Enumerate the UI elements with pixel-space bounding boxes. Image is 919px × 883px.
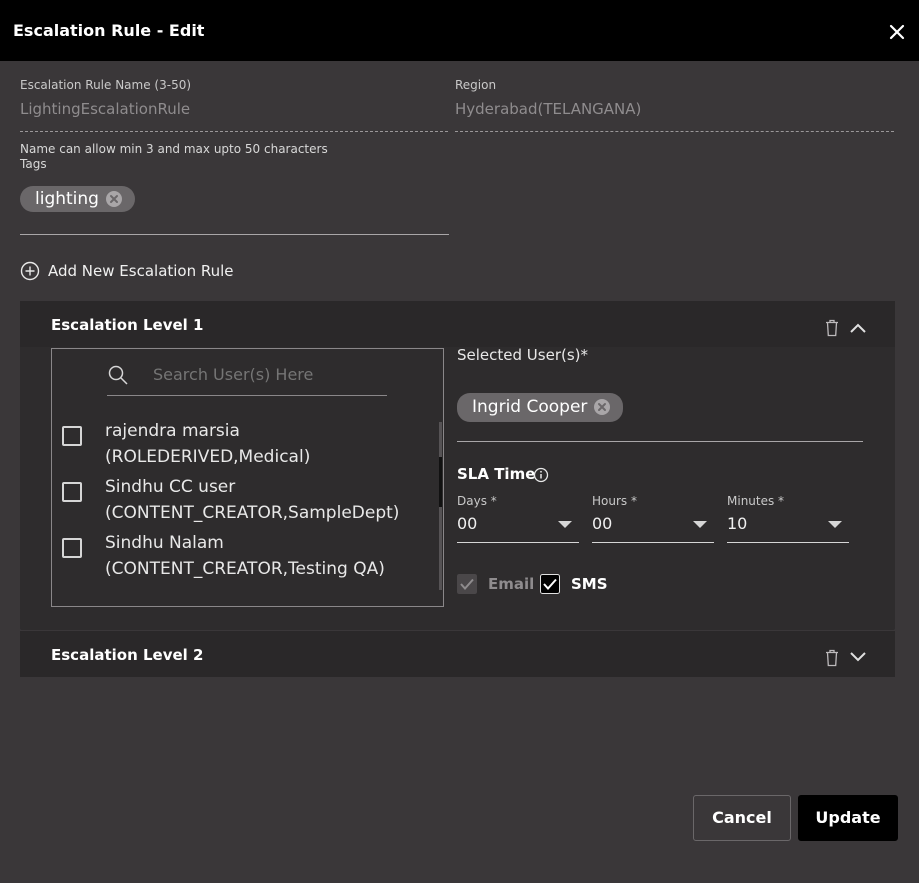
tag-chip: lighting [20, 186, 135, 212]
user-name: Sindhu CC user [105, 477, 236, 497]
user-checkbox[interactable] [62, 538, 82, 558]
user-name: Sindhu Nalam [105, 533, 224, 553]
chevron-down-icon [693, 521, 707, 528]
chevron-down-icon [828, 521, 842, 528]
delete-level-1-icon[interactable] [825, 319, 839, 337]
selected-user-chip-label: Ingrid Cooper [472, 397, 588, 417]
days-value: 00 [457, 514, 478, 533]
minutes-value: 10 [727, 514, 748, 533]
hours-underline [592, 542, 714, 543]
sla-time-title: SLA Time [457, 465, 536, 483]
tag-chip-label: lighting [35, 189, 99, 209]
region-underline [455, 131, 894, 132]
escalation-level-2-header[interactable]: Escalation Level 2 [20, 631, 895, 677]
delete-level-2-icon[interactable] [825, 649, 839, 667]
sms-label: SMS [571, 575, 608, 593]
chevron-down-icon [558, 521, 572, 528]
selected-user-chip: Ingrid Cooper [457, 393, 624, 422]
rule-name-label: Escalation Rule Name (3-50) [20, 78, 192, 92]
collapse-level-1-icon[interactable] [849, 322, 867, 334]
tags-label: Tags [20, 157, 47, 171]
remove-tag-icon[interactable] [105, 190, 123, 208]
dialog-header: Escalation Rule - Edit [0, 0, 919, 61]
days-label: Days * [457, 494, 497, 508]
add-escalation-rule-label: Add New Escalation Rule [48, 262, 234, 280]
add-escalation-rule-button[interactable]: Add New Escalation Rule [20, 260, 234, 282]
escalation-level-1-panel: Escalation Level 1 rajendra marsia (ROLE… [20, 301, 895, 630]
minutes-label: Minutes * [727, 494, 785, 508]
remove-user-icon[interactable] [593, 398, 611, 416]
user-search-list: rajendra marsia (ROLEDERIVED,Medical) Si… [51, 348, 444, 607]
user-role: (CONTENT_CREATOR,Testing QA) [105, 559, 385, 579]
selected-users-label: Selected User(s)* [457, 346, 589, 364]
sms-checkbox[interactable] [540, 574, 560, 594]
hours-value: 00 [592, 514, 613, 533]
escalation-level-1-title: Escalation Level 1 [51, 316, 204, 334]
rule-name-input[interactable]: LightingEscalationRule [20, 100, 190, 118]
user-checkbox[interactable] [62, 426, 82, 446]
minutes-select[interactable]: Minutes * 10 [727, 494, 849, 544]
user-name: rajendra marsia [105, 421, 240, 441]
user-search-input[interactable] [153, 365, 383, 384]
search-icon [108, 365, 128, 385]
escalation-level-2-panel: Escalation Level 2 [20, 631, 895, 677]
escalation-level-1-header[interactable]: Escalation Level 1 [20, 301, 895, 347]
region-input[interactable]: Hyderabad(TELANGANA) [455, 100, 641, 118]
region-label: Region [455, 78, 497, 92]
email-checkbox[interactable] [457, 574, 477, 594]
info-icon[interactable] [533, 467, 549, 483]
search-underline [107, 395, 387, 396]
rule-name-underline [20, 131, 448, 132]
tags-underline [20, 234, 449, 235]
expand-level-2-icon[interactable] [849, 650, 867, 662]
hours-select[interactable]: Hours * 00 [592, 494, 714, 544]
days-underline [457, 542, 579, 543]
close-icon[interactable] [887, 22, 907, 42]
days-select[interactable]: Days * 00 [457, 494, 579, 544]
minutes-underline [727, 542, 849, 543]
add-circle-icon [20, 261, 40, 281]
selected-users-underline [457, 441, 863, 442]
user-role: (CONTENT_CREATOR,SampleDept) [105, 503, 400, 523]
user-list-scroll-thumb[interactable] [439, 457, 442, 507]
rule-name-helper: Name can allow min 3 and max upto 50 cha… [20, 142, 328, 156]
dialog-title: Escalation Rule - Edit [13, 21, 205, 40]
email-label: Email [488, 575, 535, 593]
hours-label: Hours * [592, 494, 637, 508]
cancel-button[interactable]: Cancel [693, 795, 791, 841]
user-checkbox[interactable] [62, 482, 82, 502]
update-button[interactable]: Update [798, 795, 898, 841]
escalation-level-2-title: Escalation Level 2 [51, 646, 204, 664]
user-role: (ROLEDERIVED,Medical) [105, 447, 311, 467]
